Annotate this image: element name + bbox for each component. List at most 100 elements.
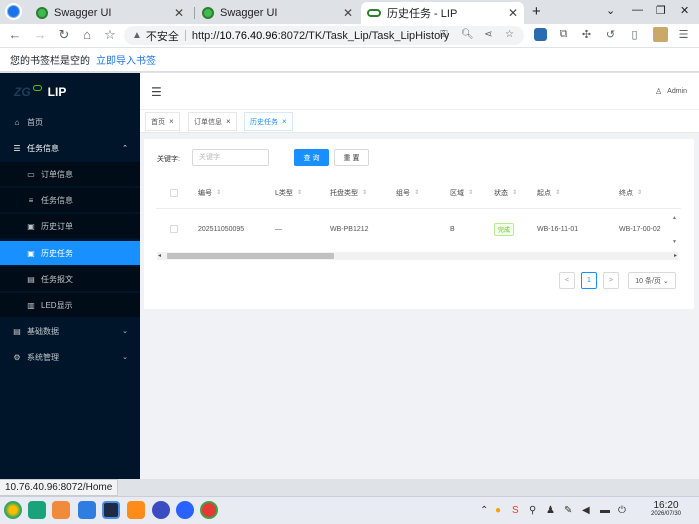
- share-icon[interactable]: ⋖: [484, 29, 492, 40]
- sort-icon[interactable]: ⇕: [512, 189, 517, 196]
- browser-logo-icon[interactable]: [5, 3, 22, 20]
- puzzle-icon[interactable]: ✣: [580, 28, 593, 41]
- column-header-status[interactable]: 状态 ⇕: [494, 177, 517, 208]
- sidebar-item-history-task[interactable]: ▣ 历史任务: [0, 241, 140, 265]
- scroll-down-icon[interactable]: ▼: [672, 239, 677, 245]
- prev-page-button[interactable]: <: [559, 272, 575, 289]
- battery-icon[interactable]: ▬: [600, 505, 610, 516]
- close-icon[interactable]: ×: [169, 117, 174, 126]
- sidebar-item-history-order[interactable]: ▣ 历史订单: [0, 214, 140, 238]
- forward-icon[interactable]: →: [33, 27, 47, 42]
- horizontal-scrollbar[interactable]: ◂ ▸: [157, 252, 678, 260]
- volume-icon[interactable]: ◀: [582, 505, 590, 516]
- sort-icon[interactable]: ⇕: [216, 189, 221, 196]
- column-header-group[interactable]: 组号 ⇕: [396, 177, 419, 208]
- back-icon[interactable]: ←: [8, 27, 22, 42]
- bookmark-star-icon[interactable]: ☆: [103, 27, 117, 43]
- sidepanel-icon[interactable]: ▯: [628, 28, 641, 41]
- browser-tab-lip-history[interactable]: 历史任务 - LIP ✕: [361, 2, 524, 24]
- extension-2-icon[interactable]: ⧉: [557, 28, 570, 41]
- launcher-icon[interactable]: [4, 501, 22, 519]
- scroll-up-icon[interactable]: ▲: [672, 215, 677, 221]
- sidebar-item-home[interactable]: ⌂ 首页: [0, 110, 140, 134]
- key-icon[interactable]: ⚿: [440, 29, 448, 40]
- minimize-icon[interactable]: —: [632, 4, 643, 16]
- tab-search-chevron-icon[interactable]: ⌄: [606, 4, 615, 17]
- sort-icon[interactable]: ⇕: [414, 189, 419, 196]
- close-icon[interactable]: ×: [282, 117, 287, 126]
- sort-icon[interactable]: ⇕: [637, 189, 642, 196]
- extension-icon[interactable]: [534, 28, 547, 41]
- sort-icon[interactable]: ⇕: [362, 189, 367, 196]
- sort-icon[interactable]: ⇕: [468, 189, 473, 196]
- star-icon[interactable]: ☆: [505, 29, 514, 40]
- tray-user-icon[interactable]: ♟: [546, 505, 555, 516]
- select-all-checkbox[interactable]: [170, 177, 178, 208]
- home-icon[interactable]: ⌂: [80, 27, 94, 42]
- tray-network-icon[interactable]: ⚲: [529, 505, 536, 516]
- tray-s-icon[interactable]: S: [512, 505, 519, 516]
- page-number-1[interactable]: 1: [581, 272, 597, 289]
- sidebar-item-led-display[interactable]: ▥ LED显示: [0, 293, 140, 317]
- tray-expand-icon[interactable]: ⌃: [480, 505, 488, 516]
- history-icon[interactable]: ↺: [604, 28, 617, 41]
- url-text[interactable]: http://10.76.40.96:8072/TK/Task_Lip/Task…: [192, 30, 449, 42]
- query-button[interactable]: 查 询: [294, 149, 329, 166]
- menu-icon[interactable]: ☰: [677, 28, 690, 41]
- new-tab-button[interactable]: +: [532, 3, 541, 20]
- sidebar-item-task-report[interactable]: ▤ 任务报文: [0, 267, 140, 291]
- close-icon[interactable]: ✕: [508, 6, 518, 20]
- sidebar-item-base-data[interactable]: ▤ 基础数据 ⌄: [0, 319, 140, 343]
- files-icon[interactable]: [78, 501, 96, 519]
- tab-order-info[interactable]: 订单信息 ×: [188, 112, 237, 131]
- checkbox[interactable]: [170, 188, 178, 197]
- close-icon[interactable]: ✕: [343, 6, 353, 20]
- reload-icon[interactable]: ↻: [57, 27, 71, 43]
- tray-pen-icon[interactable]: ✎: [564, 505, 572, 516]
- column-header-end[interactable]: 终点 ⇕: [619, 177, 642, 208]
- reset-button[interactable]: 重 置: [334, 149, 369, 166]
- app-store-icon[interactable]: [52, 501, 70, 519]
- chrome-app-icon[interactable]: [200, 501, 218, 519]
- browser-tab-swagger-2[interactable]: Swagger UI ✕: [196, 2, 359, 24]
- column-header-pallet-type[interactable]: 托盘类型 ⇕: [330, 177, 367, 208]
- settings-app-icon[interactable]: [152, 501, 170, 519]
- column-header-start[interactable]: 起点 ⇕: [537, 177, 560, 208]
- store-icon[interactable]: [127, 501, 145, 519]
- clock[interactable]: 16:20 2026/07/30: [646, 500, 686, 517]
- user-menu[interactable]: ♙ Admin: [655, 87, 687, 96]
- sort-icon[interactable]: ⇕: [297, 189, 302, 196]
- scroll-left-icon[interactable]: ◂: [158, 252, 161, 260]
- import-bookmarks-link[interactable]: 立即导入书签: [96, 52, 156, 67]
- power-icon[interactable]: ⏻: [618, 505, 626, 516]
- file-manager-icon[interactable]: [28, 501, 46, 519]
- monitor-app-icon[interactable]: [176, 501, 194, 519]
- column-header-area[interactable]: 区域 ⇕: [450, 177, 473, 208]
- close-icon[interactable]: ✕: [174, 6, 184, 20]
- browser-taskbar-icon[interactable]: [102, 501, 120, 519]
- scroll-right-icon[interactable]: ▸: [674, 252, 677, 260]
- column-header-id[interactable]: 编号 ⇕: [198, 177, 221, 208]
- close-icon[interactable]: ×: [226, 117, 231, 126]
- security-label[interactable]: 不安全: [146, 28, 179, 44]
- sort-icon[interactable]: ⇕: [555, 189, 560, 196]
- table-row[interactable]: 202511050095 — WB-PB1212 B 完成 WB-16-11-0…: [156, 209, 681, 249]
- sidebar-item-task-info[interactable]: ☰ 任务信息 ⌃: [0, 136, 140, 160]
- tab-history-task[interactable]: 历史任务 ×: [244, 112, 293, 131]
- sidebar-item-system-mgmt[interactable]: ⚙ 系统管理 ⌄: [0, 345, 140, 369]
- tray-app-icon[interactable]: ●: [495, 505, 501, 516]
- page-size-select[interactable]: 10 条/页 ⌄: [628, 272, 676, 289]
- column-header-l-type[interactable]: L类型 ⇕: [275, 177, 302, 208]
- vertical-scrollbar[interactable]: ▲ ▼: [672, 215, 678, 245]
- sidebar-item-order-info[interactable]: ▭ 订单信息: [0, 162, 140, 186]
- maximize-icon[interactable]: ❐: [656, 4, 666, 17]
- zoom-icon[interactable]: 🔍︎: [461, 29, 474, 40]
- tab-home[interactable]: 首页 ×: [145, 112, 180, 131]
- row-checkbox[interactable]: [170, 209, 178, 249]
- keyword-input[interactable]: 关键字: [192, 149, 269, 166]
- sidebar-item-task-info-sub[interactable]: ≡ 任务信息: [0, 188, 140, 212]
- scrollbar-thumb[interactable]: [167, 253, 334, 259]
- next-page-button[interactable]: >: [603, 272, 619, 289]
- browser-tab-swagger-1[interactable]: Swagger UI ✕: [30, 2, 190, 24]
- menu-fold-icon[interactable]: ☰: [151, 85, 162, 99]
